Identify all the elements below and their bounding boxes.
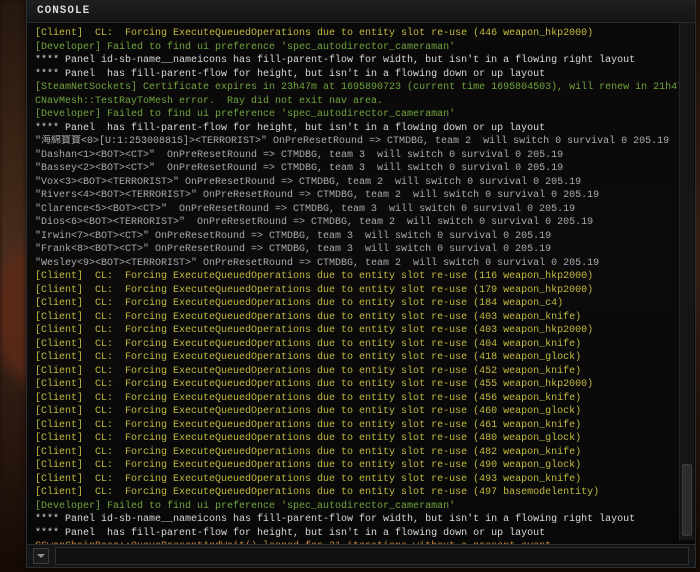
- console-log-line: "Vox<3><BOT><TERRORIST>" OnPreResetRound…: [35, 176, 687, 190]
- console-log-line: [Client] CL: Forcing ExecuteQueuedOperat…: [35, 284, 687, 298]
- console-log-line: [Client] CL: Forcing ExecuteQueuedOperat…: [35, 270, 687, 284]
- console-dropdown-button[interactable]: [33, 548, 49, 564]
- console-log-line: [Client] CL: Forcing ExecuteQueuedOperat…: [35, 392, 687, 406]
- console-log-line: [Client] CL: Forcing ExecuteQueuedOperat…: [35, 27, 687, 41]
- console-log-line: "Frank<8><BOT><CT>" OnPreResetRound => C…: [35, 243, 687, 257]
- console-log-line: "Bassey<2><BOT><CT>" OnPreResetRound => …: [35, 162, 687, 176]
- console-log-line: [Client] CL: Forcing ExecuteQueuedOperat…: [35, 419, 687, 433]
- console-log-line: [Developer] Failed to find ui preference…: [35, 500, 687, 514]
- console-log-line: [SteamNetSockets] Certificate expires in…: [35, 81, 687, 95]
- console-log-line: [Client] CL: Forcing ExecuteQueuedOperat…: [35, 338, 687, 352]
- console-log-line: **** Panel has fill-parent-flow for heig…: [35, 527, 687, 541]
- console-command-input[interactable]: [55, 547, 689, 565]
- console-scrollbar[interactable]: [679, 23, 694, 540]
- console-log-line: [Client] CL: Forcing ExecuteQueuedOperat…: [35, 405, 687, 419]
- console-log-line: [Client] CL: Forcing ExecuteQueuedOperat…: [35, 432, 687, 446]
- console-input-bar: [27, 544, 695, 567]
- console-log-line: [Client] CL: Forcing ExecuteQueuedOperat…: [35, 459, 687, 473]
- console-log-line: **** Panel has fill-parent-flow for heig…: [35, 68, 687, 82]
- console-log-line: **** Panel has fill-parent-flow for heig…: [35, 122, 687, 136]
- console-log-line: "Dios<6><BOT><TERRORIST>" OnPreResetRoun…: [35, 216, 687, 230]
- console-log-line: **** Panel id-sb-name__nameicons has fil…: [35, 54, 687, 68]
- console-log-line: [Client] CL: Forcing ExecuteQueuedOperat…: [35, 378, 687, 392]
- console-log-line: [Developer] Failed to find ui preference…: [35, 108, 687, 122]
- console-log-line: [Developer] Failed to find ui preference…: [35, 41, 687, 55]
- console-scrollbar-thumb[interactable]: [682, 464, 692, 536]
- console-log-line: [Client] CL: Forcing ExecuteQueuedOperat…: [35, 365, 687, 379]
- console-log-line: [Client] CL: Forcing ExecuteQueuedOperat…: [35, 311, 687, 325]
- console-log-line: "Rivers<4><BOT><TERRORIST>" OnPreResetRo…: [35, 189, 687, 203]
- console-log-line: "Dashan<1><BOT><CT>" OnPreResetRound => …: [35, 149, 687, 163]
- console-log-line: "Irwin<7><BOT><CT>" OnPreResetRound => C…: [35, 230, 687, 244]
- console-log-line: "Clarence<5><BOT><CT>" OnPreResetRound =…: [35, 203, 687, 217]
- console-log-line: [Client] CL: Forcing ExecuteQueuedOperat…: [35, 297, 687, 311]
- console-log-line: [Client] CL: Forcing ExecuteQueuedOperat…: [35, 446, 687, 460]
- developer-console: CONSOLE [Client] CL: Forcing ExecuteQueu…: [26, 0, 696, 568]
- console-log-line: [Client] CL: Forcing ExecuteQueuedOperat…: [35, 473, 687, 487]
- console-log-line: [Client] CL: Forcing ExecuteQueuedOperat…: [35, 324, 687, 338]
- console-log-line: **** Panel id-sb-name__nameicons has fil…: [35, 513, 687, 527]
- console-log-line: [Client] CL: Forcing ExecuteQueuedOperat…: [35, 351, 687, 365]
- console-log-line: CNavMesh::TestRayToMesh error. Ray did n…: [35, 95, 687, 109]
- console-log-line: "Wesley<9><BOT><TERRORIST>" OnPreResetRo…: [35, 257, 687, 271]
- console-log-line: "海綿寶寶<0>[U:1:253008815]><TERRORIST>" OnP…: [35, 135, 687, 149]
- console-title: CONSOLE: [27, 0, 695, 23]
- console-log[interactable]: [Client] CL: Forcing ExecuteQueuedOperat…: [27, 23, 695, 544]
- console-log-line: [Client] CL: Forcing ExecuteQueuedOperat…: [35, 486, 687, 500]
